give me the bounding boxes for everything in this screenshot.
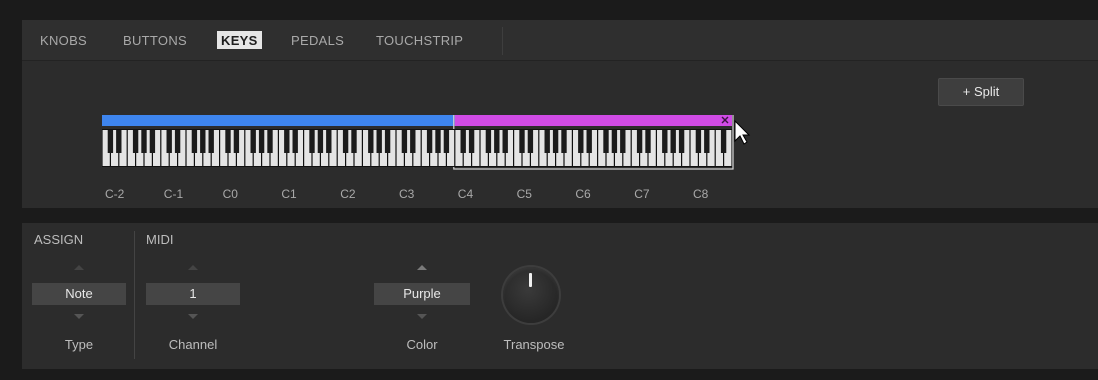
black-key[interactable] [586,130,592,153]
black-key[interactable] [132,130,139,153]
black-key[interactable] [292,130,298,153]
black-key[interactable] [519,130,525,153]
black-key[interactable] [603,130,609,153]
mouse-cursor-icon [734,119,751,145]
octave-label: C2 [340,187,356,201]
black-key[interactable] [578,130,584,153]
octave-label: C5 [517,187,533,201]
black-key[interactable] [527,130,534,153]
black-key[interactable] [494,130,500,153]
keyboard-svg[interactable]: C-2 C-1 C0 C1 C2 C3 C4 C5 C6 C7 C8 [100,115,1026,207]
black-key[interactable] [695,130,702,153]
black-key[interactable] [443,130,450,153]
tab-keys[interactable]: KEYS [217,31,262,49]
octave-label: C4 [458,187,474,201]
type-down-arrow-icon[interactable] [74,314,84,319]
black-key[interactable] [309,130,315,153]
black-key[interactable] [258,130,265,153]
keyboard-zone-editor[interactable]: C-2 C-1 C0 C1 C2 C3 C4 C5 C6 C7 C8 [100,115,1026,207]
black-key[interactable] [342,130,349,153]
black-key[interactable] [485,130,492,153]
tab-knobs[interactable]: KNOBS [40,33,87,48]
octave-label: C8 [693,187,709,201]
zone-bar-purple[interactable] [454,115,732,126]
black-key[interactable] [116,130,122,153]
tab-touchstrip[interactable]: TOUCHSTRIP [376,33,463,48]
assign-section-title: ASSIGN [34,232,84,247]
black-key[interactable] [149,130,156,153]
black-key[interactable] [426,130,433,153]
black-key[interactable] [704,130,710,153]
tab-divider [502,27,503,55]
black-key[interactable] [317,130,324,153]
knob-indicator [529,273,532,287]
zone-bar-blue[interactable] [102,115,455,126]
black-key[interactable] [502,130,508,153]
black-key[interactable] [720,130,727,153]
black-key[interactable] [468,130,475,153]
black-key[interactable] [410,130,416,153]
type-label: Type [64,337,94,352]
black-key[interactable] [384,130,391,153]
black-key[interactable] [326,130,332,153]
black-key[interactable] [552,130,559,153]
octave-label: C-2 [105,187,125,201]
color-selector[interactable]: Purple [374,283,470,305]
black-key[interactable] [225,130,231,153]
black-key[interactable] [645,130,651,153]
tab-pedals[interactable]: PEDALS [291,33,344,48]
channel-selector[interactable]: 1 [146,283,240,305]
channel-down-arrow-icon[interactable] [188,314,198,319]
transpose-knob[interactable] [503,267,559,323]
octave-label: C0 [223,187,239,201]
black-key[interactable] [267,130,273,153]
black-key[interactable] [233,130,240,153]
black-key[interactable] [141,130,147,153]
black-key[interactable] [191,130,198,153]
black-key[interactable] [620,130,626,153]
tab-buttons[interactable]: BUTTONS [123,33,187,48]
color-down-arrow-icon[interactable] [417,314,427,319]
black-key[interactable] [351,130,357,153]
black-key[interactable] [636,130,643,153]
black-key[interactable] [200,130,206,153]
black-key[interactable] [208,130,214,153]
black-key[interactable] [611,130,618,153]
black-key[interactable] [561,130,567,153]
black-key[interactable] [460,130,466,153]
channel-up-arrow-icon[interactable] [188,265,198,270]
black-key[interactable] [544,130,550,153]
octave-label: C-1 [164,187,184,201]
octave-label: C6 [575,187,591,201]
type-up-arrow-icon[interactable] [74,265,84,270]
black-key[interactable] [376,130,382,153]
black-key[interactable] [166,130,172,153]
type-selector[interactable]: Note [32,283,126,305]
color-up-arrow-icon[interactable] [417,265,427,270]
transpose-label: Transpose [503,337,565,352]
black-key[interactable] [174,130,181,153]
black-key[interactable] [678,130,685,153]
midi-section-title: MIDI [146,232,174,247]
black-key[interactable] [662,130,668,153]
black-key[interactable] [368,130,374,153]
color-label: Color [406,337,438,352]
black-key[interactable] [284,130,290,153]
controller-panel: KNOBS BUTTONS KEYS PEDALS TOUCHSTRIP + S… [22,20,1098,208]
channel-label: Channel [168,337,218,352]
octave-label: C3 [399,187,415,201]
octave-label: C1 [281,187,297,201]
split-button[interactable]: + Split [938,78,1024,106]
black-key[interactable] [435,130,441,153]
black-key[interactable] [107,130,114,153]
section-divider [134,231,135,359]
tab-bar: KNOBS BUTTONS KEYS PEDALS TOUCHSTRIP [22,20,1098,61]
black-key[interactable] [250,130,256,153]
zone-settings-panel: ASSIGN Note Type MIDI 1 Channel Purple C… [22,223,1098,369]
black-key[interactable] [401,130,408,153]
black-key[interactable] [670,130,676,153]
octave-label: C7 [634,187,650,201]
